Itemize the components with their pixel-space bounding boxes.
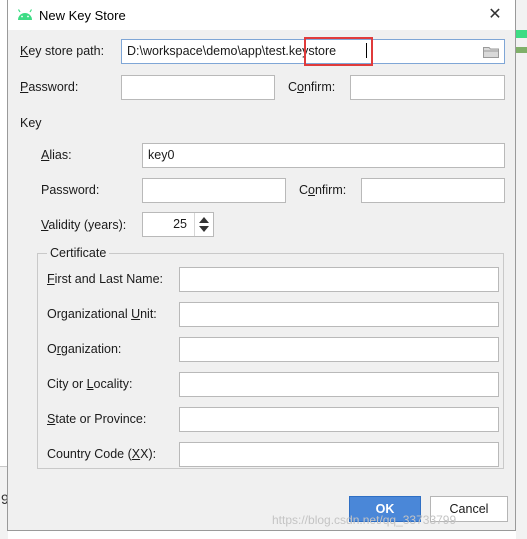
store-confirm-label: Confirm:: [288, 80, 336, 94]
key-confirm-label: Confirm:: [299, 183, 347, 197]
spinner-down-icon[interactable]: [199, 226, 209, 232]
dialog-title: New Key Store: [39, 8, 126, 23]
first-last-name-label: First and Last Name:: [47, 272, 164, 286]
store-password-input[interactable]: [121, 75, 275, 100]
city-input[interactable]: [179, 372, 499, 397]
certificate-title: Certificate: [47, 246, 110, 260]
alias-input[interactable]: key0: [142, 143, 505, 168]
validity-label: Validity (years):: [41, 218, 127, 232]
city-label: City or Locality:: [47, 377, 133, 391]
background-ide-marker: [516, 30, 527, 38]
key-store-path-label: Key store path:: [20, 44, 105, 58]
background-ide-marker: [516, 47, 527, 53]
text-caret: [366, 43, 367, 58]
key-store-path-label-text: ey store path:: [28, 44, 105, 58]
key-password-label: Password:: [41, 183, 100, 197]
spinner-buttons: [194, 213, 213, 236]
background-ide-strip: [516, 0, 527, 539]
validity-value: 25: [173, 217, 187, 231]
key-confirm-input[interactable]: [361, 178, 505, 203]
close-icon[interactable]: ✕: [485, 5, 505, 25]
state-input[interactable]: [179, 407, 499, 432]
organization-input[interactable]: [179, 337, 499, 362]
key-section-title: Key: [20, 116, 42, 130]
org-unit-label: Organizational Unit:: [47, 307, 157, 321]
country-code-input[interactable]: [179, 442, 499, 467]
validity-spinner[interactable]: 25: [142, 212, 214, 237]
state-label: State or Province:: [47, 412, 147, 426]
key-password-input[interactable]: [142, 178, 286, 203]
org-unit-input[interactable]: [179, 302, 499, 327]
path-highlight-box: [304, 37, 373, 66]
title-bar: New Key Store ✕: [8, 0, 515, 30]
new-key-store-dialog: New Key Store ✕ Key store path: D:\works…: [7, 0, 516, 531]
watermark: https://blog.csdn.net/qq_33733799: [272, 513, 457, 527]
spinner-up-icon[interactable]: [199, 217, 209, 223]
android-icon: [17, 9, 33, 20]
country-code-label: Country Code (XX):: [47, 447, 157, 461]
folder-icon[interactable]: [483, 46, 499, 58]
store-password-label: Password:: [20, 80, 79, 94]
first-last-name-input[interactable]: [179, 267, 499, 292]
organization-label: Organization:: [47, 342, 122, 356]
alias-label: Alias:: [41, 148, 72, 162]
store-confirm-input[interactable]: [350, 75, 505, 100]
